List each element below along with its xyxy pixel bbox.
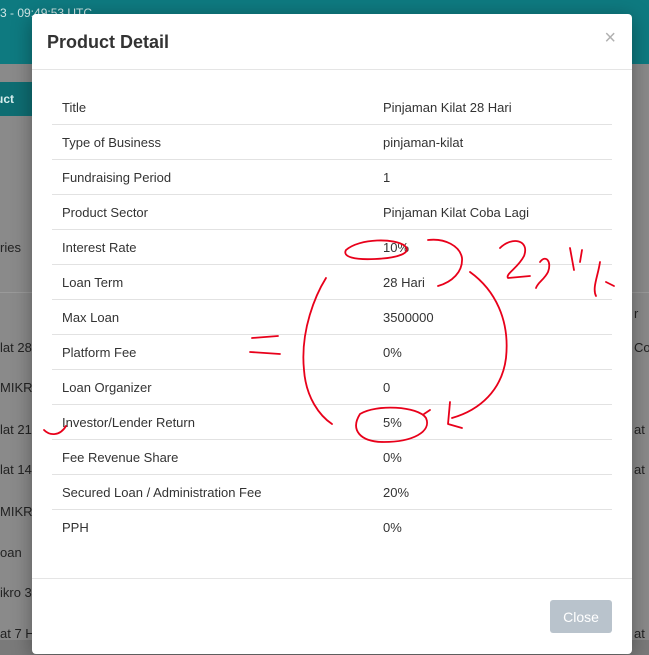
detail-row: Secured Loan / Administration Fee 20% — [52, 474, 612, 510]
detail-row: Interest Rate 10% — [52, 229, 612, 265]
modal-header: Product Detail × — [32, 14, 632, 70]
detail-value: 10% — [373, 229, 612, 265]
bg-cell: at M — [634, 626, 649, 641]
detail-value: 0% — [373, 439, 612, 475]
detail-row: Max Loan 3500000 — [52, 299, 612, 335]
bg-cell: at B — [634, 462, 649, 477]
detail-row: Loan Organizer 0 — [52, 369, 612, 405]
detail-row: Fee Revenue Share 0% — [52, 439, 612, 475]
detail-label: Fee Revenue Share — [52, 439, 373, 475]
detail-value: pinjaman-kilat — [373, 124, 612, 160]
modal-footer: Close — [32, 578, 632, 655]
bg-cell: Co — [634, 340, 649, 355]
detail-value: 0 — [373, 369, 612, 405]
detail-value: 5% — [373, 404, 612, 440]
bg-cell: lat 28 — [0, 340, 32, 355]
detail-row: Type of Business pinjaman-kilat — [52, 124, 612, 160]
detail-label: Investor/Lender Return — [52, 404, 373, 440]
detail-value: 20% — [373, 474, 612, 510]
detail-value: 0% — [373, 509, 612, 544]
detail-value: Pinjaman Kilat 28 Hari — [383, 99, 512, 115]
detail-row: Platform Fee 0% — [52, 334, 612, 370]
detail-row: Fundraising Period 1 — [52, 159, 612, 195]
close-icon[interactable]: × — [604, 28, 616, 48]
detail-label: Interest Rate — [52, 229, 373, 265]
detail-value: 3500000 — [373, 299, 612, 335]
detail-label: Fundraising Period — [52, 159, 373, 195]
detail-label: Platform Fee — [52, 334, 373, 370]
bg-cell: ikro 3 — [0, 585, 32, 600]
detail-label: Loan Organizer — [52, 369, 373, 405]
bg-cell: at c — [634, 422, 649, 437]
detail-label: Secured Loan / Administration Fee — [52, 474, 373, 510]
detail-value: 28 Hari — [373, 264, 612, 300]
detail-row: Title Pinjaman Kilat 28 Hari — [52, 90, 612, 125]
modal-title: Product Detail — [47, 32, 170, 52]
bg-cell: r — [634, 306, 639, 321]
close-button[interactable]: Close — [550, 600, 612, 633]
detail-value: 0% — [373, 334, 612, 370]
detail-row: Product Sector Pinjaman Kilat Coba Lagi — [52, 194, 612, 230]
detail-row: PPH 0% — [52, 509, 612, 544]
product-detail-modal: Product Detail × Title Pinjaman Kilat 28 … — [32, 14, 632, 654]
detail-value: Pinjaman Kilat Coba Lagi — [373, 194, 612, 230]
bg-cell: lat 14 — [0, 462, 32, 477]
detail-row: Loan Term 28 Hari — [52, 264, 612, 300]
detail-label: Loan Term — [52, 264, 373, 300]
detail-label: Type of Business — [52, 124, 373, 160]
bg-cell: oan — [0, 545, 22, 560]
bg-cell: at 7 H — [0, 626, 35, 641]
detail-label: Max Loan — [52, 299, 373, 335]
product-detail-table: Title Pinjaman Kilat 28 Hari Type of Busin… — [52, 90, 612, 544]
bg-cell: lat 21 — [0, 422, 32, 437]
detail-row: Investor/Lender Return 5% — [52, 404, 612, 440]
detail-label: Title — [62, 99, 87, 115]
detail-value: 1 — [373, 159, 612, 195]
detail-label: PPH — [52, 509, 373, 544]
detail-label: Product Sector — [52, 194, 373, 230]
bg-cell: ries — [0, 240, 21, 255]
